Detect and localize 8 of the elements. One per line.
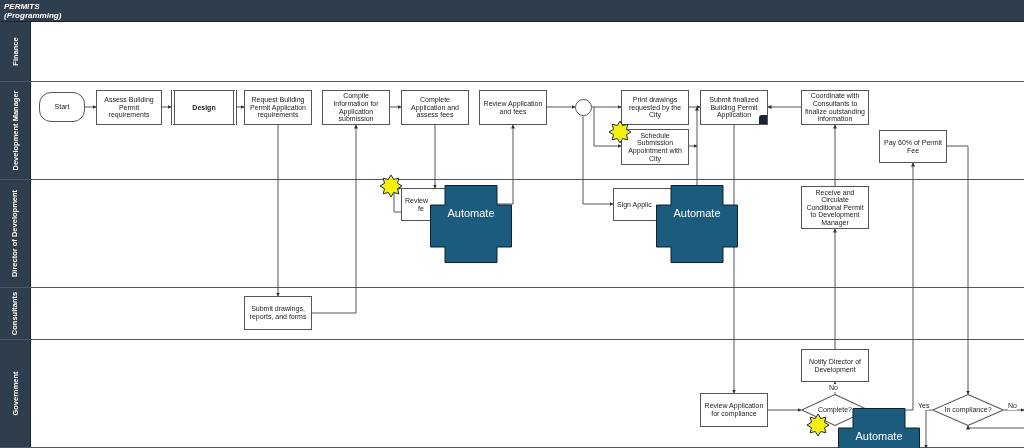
diagram-subtitle: (Programming) bbox=[4, 11, 63, 20]
star-icon bbox=[608, 120, 632, 144]
junction-circle bbox=[575, 99, 592, 116]
automate-badge: Automate bbox=[656, 185, 738, 263]
automate-badge: Automate bbox=[430, 185, 512, 263]
star-icon bbox=[806, 413, 830, 437]
star-icon bbox=[379, 174, 403, 198]
diagram-title: PERMITS bbox=[4, 2, 41, 11]
